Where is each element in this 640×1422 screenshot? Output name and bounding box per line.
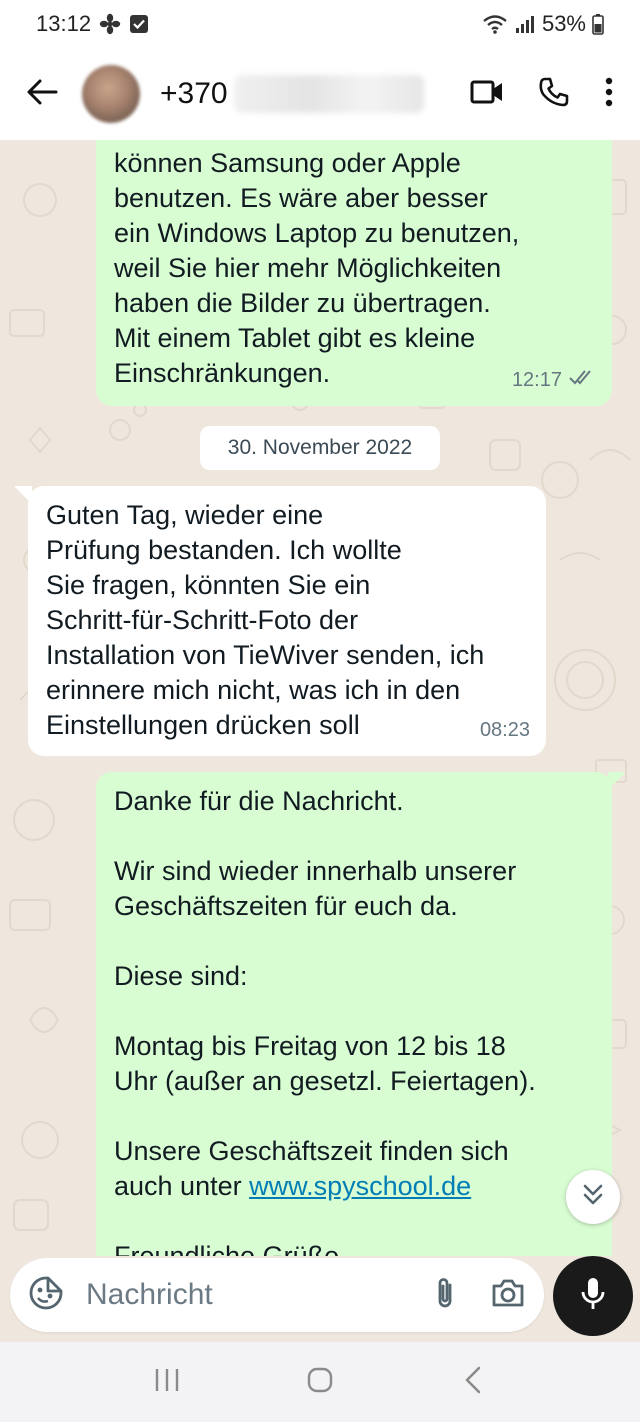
nav-back-icon xyxy=(463,1365,483,1400)
redacted-number xyxy=(233,75,424,113)
message-input[interactable] xyxy=(86,1278,386,1312)
message-text-partial: Freundliche Grüße xyxy=(114,1241,340,1256)
status-bar: 13:12 53% xyxy=(0,0,640,48)
avatar[interactable] xyxy=(82,65,140,123)
system-nav-bar xyxy=(0,1342,640,1422)
camera-button[interactable] xyxy=(490,1277,526,1314)
status-time: 13:12 xyxy=(36,11,92,36)
home-icon xyxy=(306,1366,334,1399)
check-box-icon xyxy=(129,14,149,34)
scroll-to-bottom-button[interactable] xyxy=(566,1170,620,1224)
camera-icon xyxy=(490,1279,526,1313)
status-right: 53% xyxy=(482,11,604,37)
attach-icon xyxy=(434,1277,456,1315)
date-separator-label: 30. November 2022 xyxy=(227,436,413,459)
double-check-icon xyxy=(568,363,596,398)
wifi-icon xyxy=(482,13,508,35)
message-text: können Samsung oder Apple benutzen. Es w… xyxy=(114,148,520,388)
recents-icon xyxy=(153,1367,181,1398)
chat-area[interactable]: können Samsung oder Apple benutzen. Es w… xyxy=(0,140,640,1256)
back-arrow-icon xyxy=(26,78,58,111)
message-meta: 12:17 xyxy=(512,363,596,398)
more-vert-icon xyxy=(604,77,614,112)
message-text: Guten Tag, wieder eine Prüfung bestanden… xyxy=(46,500,485,740)
fan-icon xyxy=(99,13,121,35)
back-button[interactable] xyxy=(20,72,64,116)
status-left: 13:12 xyxy=(36,11,149,37)
voice-call-button[interactable] xyxy=(538,76,570,113)
mic-icon xyxy=(579,1276,607,1317)
composer-actions xyxy=(434,1275,526,1316)
website-link[interactable]: www.spyschool.de xyxy=(249,1171,471,1201)
nav-back-button[interactable] xyxy=(443,1352,503,1412)
chat-header: +370 xyxy=(0,48,640,140)
emoji-button[interactable] xyxy=(28,1275,64,1316)
message-meta: 08:23 xyxy=(480,713,530,748)
signal-icon xyxy=(514,13,536,35)
message-bubble-outgoing[interactable]: können Samsung oder Apple benutzen. Es w… xyxy=(96,140,612,406)
battery-icon xyxy=(592,13,604,35)
message-time: 08:23 xyxy=(479,719,530,741)
recents-button[interactable] xyxy=(137,1352,197,1412)
message-text-part: Danke für die Nachricht. Wir sind wieder… xyxy=(114,786,536,1201)
home-button[interactable] xyxy=(290,1352,350,1412)
message-composer xyxy=(10,1258,544,1332)
battery-percent: 53% xyxy=(541,11,586,36)
contact-name[interactable]: +370 xyxy=(160,77,228,111)
video-call-button[interactable] xyxy=(470,79,504,110)
message-bubble-incoming[interactable]: Guten Tag, wieder eine Prüfung bestanden… xyxy=(28,486,546,756)
message-time: 12:17 xyxy=(511,369,562,391)
message-bubble-outgoing[interactable]: Danke für die Nachricht. Wir sind wieder… xyxy=(96,772,612,1256)
video-call-icon xyxy=(470,79,504,110)
message-text: Danke für die Nachricht. Wir sind wieder… xyxy=(114,784,594,1256)
attach-button[interactable] xyxy=(434,1275,456,1316)
more-options-button[interactable] xyxy=(604,77,614,112)
date-separator: 30. November 2022 xyxy=(200,426,440,470)
header-actions xyxy=(470,76,620,113)
phone-icon xyxy=(538,76,570,113)
emoji-sticker-icon xyxy=(28,1276,64,1315)
chevron-double-down-icon xyxy=(582,1183,604,1212)
voice-message-button[interactable] xyxy=(553,1256,633,1336)
